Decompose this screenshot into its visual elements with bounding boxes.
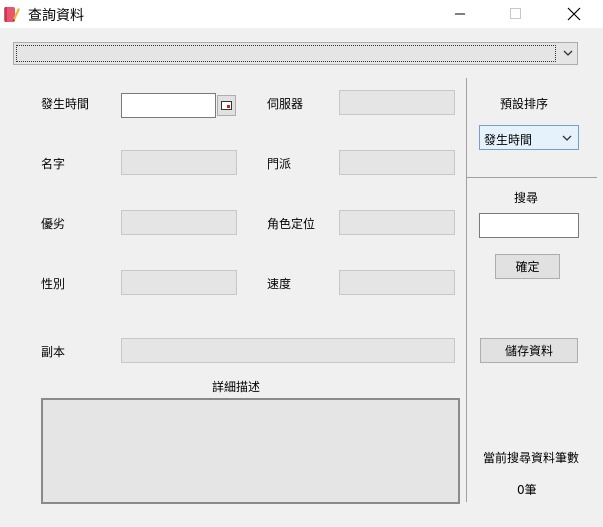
time-input[interactable] bbox=[121, 93, 216, 118]
gender-label: 性別 bbox=[41, 277, 66, 291]
close-icon bbox=[567, 7, 581, 21]
confirm-button[interactable]: 確定 bbox=[495, 254, 560, 279]
vertical-divider bbox=[466, 78, 467, 502]
filter-combobox[interactable] bbox=[13, 42, 578, 65]
quality-label: 優劣 bbox=[41, 217, 66, 231]
name-label: 名字 bbox=[41, 157, 66, 171]
detail-textarea[interactable] bbox=[41, 398, 460, 504]
calendar-icon bbox=[221, 101, 232, 110]
app-notebook-icon bbox=[4, 7, 20, 22]
result-count-value: 0筆 bbox=[517, 483, 537, 497]
dungeon-field[interactable] bbox=[121, 338, 455, 363]
role-label: 角色定位 bbox=[267, 217, 316, 231]
save-data-button[interactable]: 儲存資料 bbox=[480, 338, 578, 363]
minimize-button[interactable] bbox=[437, 0, 483, 28]
sect-label: 門派 bbox=[267, 157, 292, 171]
time-label: 發生時間 bbox=[41, 97, 90, 111]
quality-field[interactable] bbox=[121, 210, 237, 235]
chevron-down-icon bbox=[563, 50, 573, 56]
window-title: 查詢資料 bbox=[28, 8, 84, 24]
detail-label: 詳細描述 bbox=[212, 380, 261, 394]
search-label: 搜尋 bbox=[514, 191, 539, 205]
minimize-icon bbox=[455, 13, 465, 15]
gender-field[interactable] bbox=[121, 270, 237, 295]
combobox-value bbox=[16, 45, 556, 62]
chevron-down-icon bbox=[562, 135, 572, 141]
result-count-label: 當前搜尋資料筆數 bbox=[483, 451, 580, 465]
sort-select[interactable]: 發生時間 bbox=[479, 125, 579, 150]
speed-field[interactable] bbox=[339, 270, 455, 295]
name-field[interactable] bbox=[121, 150, 237, 175]
role-field[interactable] bbox=[339, 210, 455, 235]
close-button[interactable] bbox=[551, 0, 597, 28]
search-input[interactable] bbox=[479, 213, 579, 238]
horizontal-divider bbox=[467, 177, 597, 178]
sort-select-value: 發生時間 bbox=[484, 133, 533, 147]
speed-label: 速度 bbox=[267, 277, 292, 291]
dungeon-label: 副本 bbox=[41, 345, 66, 359]
title-bar: 查詢資料 bbox=[0, 0, 603, 28]
sort-label: 預設排序 bbox=[500, 97, 549, 111]
server-field[interactable] bbox=[339, 90, 455, 115]
maximize-icon bbox=[510, 8, 521, 19]
calendar-button[interactable] bbox=[217, 95, 236, 116]
server-label: 伺服器 bbox=[267, 97, 304, 111]
sect-field[interactable] bbox=[339, 150, 455, 175]
maximize-button[interactable] bbox=[493, 0, 539, 28]
